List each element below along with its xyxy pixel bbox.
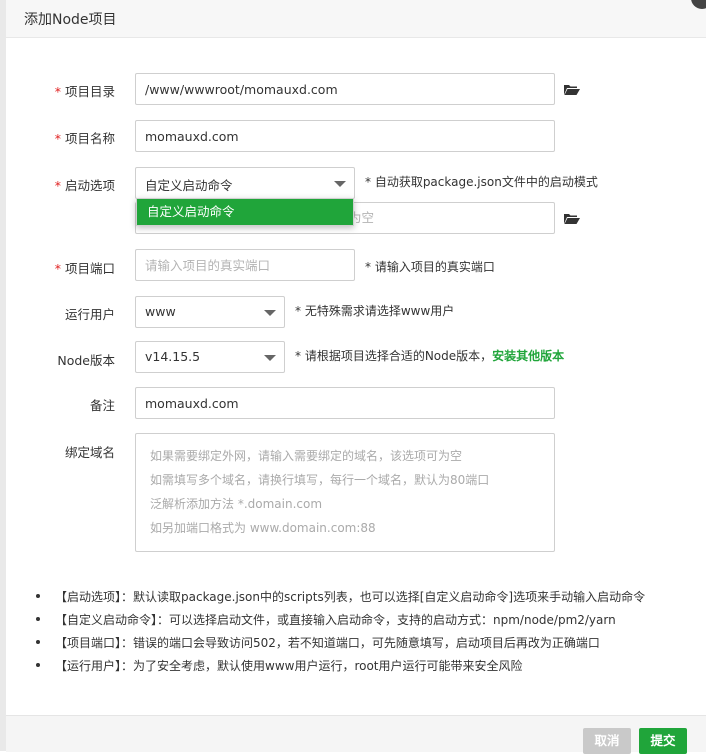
background-page-edge <box>0 0 6 751</box>
label-project-port: * 项目端口 <box>54 261 115 276</box>
label-remark: 备注 <box>89 398 115 413</box>
submit-button[interactable]: 提交 <box>639 728 687 754</box>
dropdown-option-custom-command[interactable]: 自定义启动命令 <box>137 199 353 225</box>
bind-domain-textarea[interactable]: 如果需要绑定外网，请输入需要绑定的域名，该选项可为空 如需填写多个域名，请换行填… <box>135 433 555 552</box>
label-project-dir: * 项目目录 <box>54 84 115 99</box>
domain-placeholder-line: 泛解析添加方法 *.domain.com <box>150 497 323 511</box>
install-other-version-link[interactable]: 安装其他版本 <box>492 349 564 363</box>
chevron-down-icon <box>334 181 346 187</box>
note-item: 【启动选项】：默认读取package.json中的scripts列表，也可以选择… <box>33 588 703 611</box>
run-user-hint: * 无特殊需求请选择www用户 <box>295 304 455 318</box>
help-notes: 【启动选项】：默认读取package.json中的scripts列表，也可以选择… <box>33 588 703 680</box>
project-port-input[interactable] <box>135 249 355 281</box>
remark-input[interactable] <box>135 387 555 419</box>
run-user-select[interactable]: www <box>135 296 285 328</box>
label-node-version: Node版本 <box>57 353 115 368</box>
start-option-select[interactable]: 自定义启动命令 <box>135 167 355 199</box>
domain-placeholder-line: 如需填写多个域名，请换行填写，每行一个域名，默认为80端口 <box>150 473 490 487</box>
domain-placeholder-line: 如果需要绑定外网，请输入需要绑定的域名，该选项可为空 <box>150 449 463 463</box>
start-option-dropdown: 自定义启动命令 <box>136 198 354 226</box>
label-start-option: * 启动选项 <box>54 178 115 193</box>
start-option-value: 自定义启动命令 <box>145 178 233 193</box>
folder-open-icon[interactable] <box>564 84 580 95</box>
start-option-hint: * 自动获取package.json文件中的启动模式 <box>365 175 598 189</box>
domain-placeholder-line: 如另加端口格式为 www.domain.com:88 <box>150 521 376 535</box>
node-version-value: v14.15.5 <box>145 349 201 364</box>
note-item: 【自定义启动命令】：可以选择启动文件，或直接输入启动命令，支持的启动方式：npm… <box>33 611 703 634</box>
label-bind-domain: 绑定域名 <box>64 445 115 460</box>
label-run-user: 运行用户 <box>64 307 115 322</box>
folder-open-icon[interactable] <box>564 213 580 224</box>
node-version-select[interactable]: v14.15.5 <box>135 341 285 373</box>
run-user-value: www <box>145 304 176 319</box>
chevron-down-icon <box>264 310 276 316</box>
note-item: 【运行用户】：为了安全考虑，默认使用www用户运行，root用户运行可能带来安全… <box>33 657 703 680</box>
label-project-name: * 项目名称 <box>54 131 115 146</box>
project-dir-input[interactable] <box>135 73 555 105</box>
chevron-down-icon <box>264 355 276 361</box>
project-port-hint: * 请输入项目的真实端口 <box>365 260 495 274</box>
note-item: 【项目端口】：错误的端口会导致访问502，若不知道端口，可先随意填写，启动项目后… <box>33 634 703 657</box>
cancel-button[interactable]: 取消 <box>583 728 631 754</box>
dialog-title: 添加Node项目 <box>24 12 117 28</box>
node-version-hint: * 请根据项目选择合适的Node版本，安装其他版本 <box>295 349 565 363</box>
dialog-titlebar: 添加Node项目 <box>6 0 706 38</box>
project-name-input[interactable] <box>135 120 555 152</box>
